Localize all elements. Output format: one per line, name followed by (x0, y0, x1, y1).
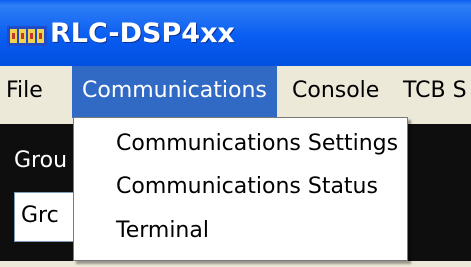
menu-file[interactable]: File (6, 66, 43, 118)
menu-communications[interactable]: Communications (72, 66, 277, 118)
menu-console[interactable]: Console (292, 66, 379, 118)
menu-bar: File Communications Console TCB S (0, 66, 471, 118)
app-icon (7, 26, 47, 46)
menu-tcb[interactable]: TCB S (403, 66, 467, 118)
menu-item-communications-settings[interactable]: Communications Settings (116, 126, 398, 162)
communications-dropdown-menu: Communications Settings Communications S… (73, 117, 408, 261)
title-bar[interactable]: RLC-DSP4xx (0, 0, 471, 66)
group-label: Grou (14, 148, 68, 173)
menu-item-communications-status[interactable]: Communications Status (116, 169, 378, 205)
window-title: RLC-DSP4xx (50, 18, 235, 49)
menu-item-terminal[interactable]: Terminal (116, 213, 209, 249)
